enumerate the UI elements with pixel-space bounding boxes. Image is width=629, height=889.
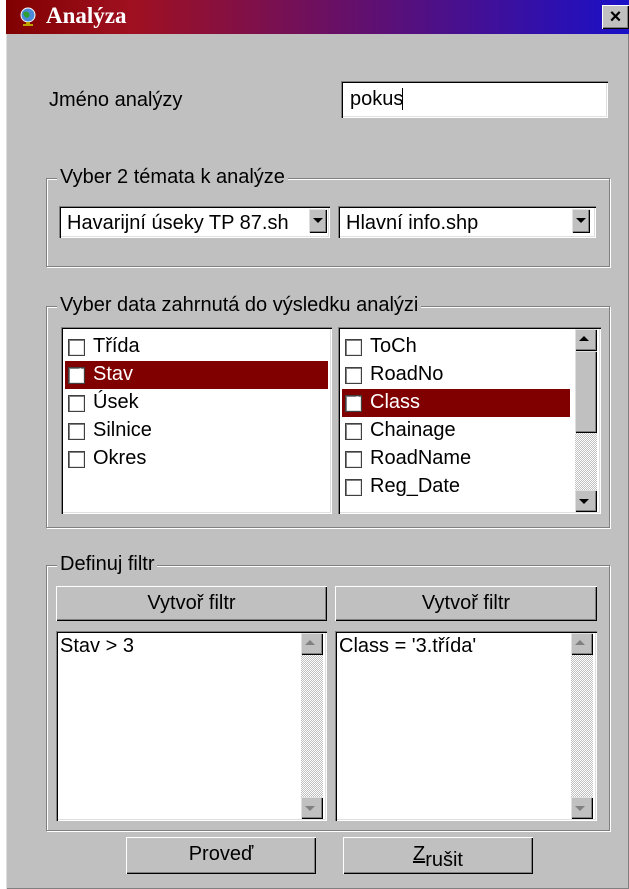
create-filter-left-button[interactable]: Vytvoř filtr (56, 586, 327, 621)
globe-icon (20, 7, 36, 26)
list-item-label: Okres (93, 447, 147, 469)
button-label: Vytvoř filtr (421, 592, 511, 614)
chevron-up-icon (305, 640, 315, 645)
filter-group-title: Definuj filtr (57, 553, 158, 576)
list-item-label: Reg_Date (370, 475, 461, 497)
filter-left-scrollbar[interactable] (301, 633, 323, 819)
button-label: Proveď (188, 843, 254, 865)
theme-right-value: Hlavní info.shp (346, 212, 479, 234)
list-item[interactable]: ✓ Stav (65, 361, 328, 389)
list-item[interactable]: ✓ Class (342, 389, 570, 417)
fields-right-list[interactable]: ToCh RoadNo ✓ Class Chainage RoadName Re… (338, 327, 601, 514)
checkbox[interactable]: ✓ (345, 392, 362, 412)
check-icon: ✓ (69, 364, 85, 384)
scroll-thumb[interactable] (575, 351, 597, 433)
checkbox[interactable] (345, 479, 362, 496)
analysis-name-value: pokus (350, 88, 404, 110)
create-filter-right-button[interactable]: Vytvoř filtr (335, 586, 597, 621)
title-bar[interactable]: Analýza × (6, 0, 629, 34)
filter-right-text: Class = '3.třída' (339, 635, 477, 657)
checkbox[interactable] (68, 451, 85, 468)
list-item[interactable]: Reg_Date (342, 473, 570, 501)
filter-left-textarea[interactable]: Stav > 3 (56, 631, 327, 821)
analysis-dialog: Analýza × Jméno analýzy pokus Vyber 2 té… (6, 0, 629, 889)
scroll-up-button[interactable] (575, 329, 597, 351)
filter-left-text: Stav > 3 (60, 635, 134, 657)
chevron-down-icon (576, 218, 586, 223)
cancel-button[interactable]: Zrušit (343, 837, 533, 874)
scroll-down-button[interactable] (575, 490, 597, 512)
theme-left-dropdown-button[interactable] (309, 209, 327, 233)
check-icon: ✓ (346, 392, 362, 412)
themes-group-title: Vyber 2 témata k analýze (57, 166, 288, 189)
checkbox[interactable] (68, 423, 85, 440)
button-label: Zrušit (412, 843, 463, 871)
list-item-label: RoadName (370, 447, 472, 469)
filter-right-textarea[interactable]: Class = '3.třída' (335, 631, 597, 821)
close-icon: × (609, 6, 622, 28)
close-button[interactable]: × (602, 5, 629, 29)
fields-left-list[interactable]: Třída ✓ Stav Úsek Silnice Okres (61, 327, 332, 514)
checkbox[interactable] (345, 423, 362, 440)
filter-right-scrollbar[interactable] (571, 633, 593, 819)
list-item-label: Stav (93, 363, 134, 385)
cancel-label-rest: rušit (425, 849, 463, 871)
chevron-down-icon (313, 218, 323, 223)
chevron-up-icon (575, 640, 585, 645)
list-item-label: Třída (93, 335, 140, 357)
list-item[interactable]: RoadNo (342, 361, 570, 389)
checkbox[interactable] (68, 339, 85, 356)
list-item-label: Silnice (93, 419, 152, 441)
list-item-label: RoadNo (370, 363, 444, 385)
list-item[interactable]: Chainage (342, 417, 570, 445)
list-item[interactable]: Okres (65, 445, 328, 473)
list-item[interactable]: ToCh (342, 333, 570, 361)
window-title: Analýza (46, 3, 127, 28)
list-item-label: Chainage (370, 419, 456, 441)
chevron-down-icon (579, 499, 589, 504)
list-item[interactable]: Silnice (65, 417, 328, 445)
list-item[interactable]: Úsek (65, 389, 328, 417)
analysis-name-input[interactable]: pokus (341, 81, 608, 118)
checkbox[interactable] (345, 339, 362, 356)
list-item-label: ToCh (370, 335, 417, 357)
list-item[interactable]: Třída (65, 333, 328, 361)
scroll-up-button[interactable] (571, 633, 593, 655)
theme-left-value: Havarijní úseky TP 87.sh (67, 212, 289, 234)
chevron-down-icon (305, 806, 315, 811)
scroll-up-button[interactable] (301, 633, 323, 655)
theme-left-combo[interactable]: Havarijní úseky TP 87.sh (59, 206, 330, 238)
scroll-down-button[interactable] (301, 797, 323, 819)
theme-right-combo[interactable]: Hlavní info.shp (338, 206, 596, 238)
list-item[interactable]: RoadName (342, 445, 570, 473)
text-caret (402, 88, 403, 110)
button-label: Vytvoř filtr (147, 592, 236, 614)
fields-right-scrollbar[interactable] (575, 329, 597, 512)
checkbox[interactable]: ✓ (68, 364, 85, 384)
list-item-label: Class (370, 391, 421, 413)
run-button[interactable]: Proveď (126, 837, 316, 874)
chevron-up-icon (579, 336, 589, 341)
checkbox[interactable] (345, 367, 362, 384)
chevron-down-icon (575, 806, 585, 811)
fields-group-title: Vyber data zahrnutá do výsledku analýzi (57, 294, 422, 317)
accelerator-underline: Z (412, 843, 426, 865)
checkbox[interactable] (68, 395, 85, 412)
checkbox[interactable] (345, 451, 362, 468)
analysis-name-label: Jméno analýzy (49, 89, 183, 111)
scroll-down-button[interactable] (571, 797, 593, 819)
theme-right-dropdown-button[interactable] (572, 209, 590, 233)
list-item-label: Úsek (93, 391, 139, 413)
